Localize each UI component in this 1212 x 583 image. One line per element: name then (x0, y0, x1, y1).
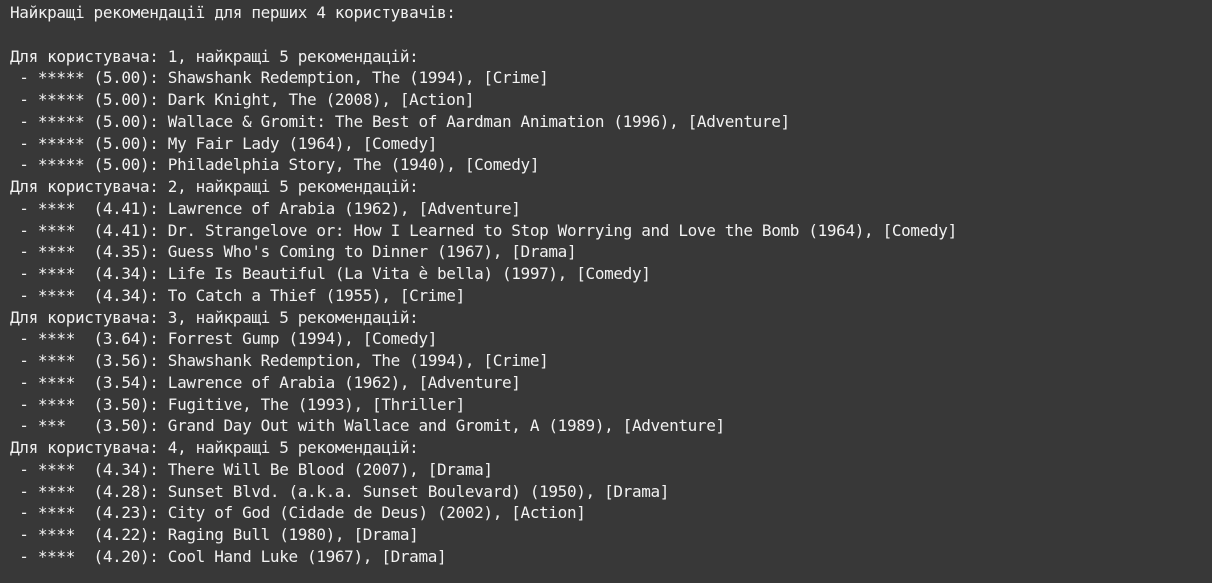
recommendation-line: - **** (4.34): Life Is Beautiful (La Vit… (10, 264, 651, 283)
recommendation-line: - **** (4.20): Cool Hand Luke (1967), [D… (10, 546, 447, 566)
recommendation-line: - **** (4.28): Sunset Blvd. (a.k.a. Suns… (10, 481, 670, 501)
recommendation-line: - **** (3.50): Fugitive, The (1993), [Th… (10, 394, 465, 414)
user-heading: Для користувача: 1, найкращі 5 рекоменда… (10, 46, 419, 66)
recommendation-line: - ***** (5.00): Dark Knight, The (2008),… (10, 90, 475, 109)
recommendation-line: - **** (3.64): Forrest Gump (1994), [Com… (10, 329, 438, 349)
recommendation-line: - **** (4.22): Raging Bull (1980), [Dram… (10, 525, 419, 544)
user-block-2: Для користувача: 2, найкращі 5 рекоменда… (10, 176, 1212, 307)
recommendation-line: - ***** (5.00): Shawshank Redemption, Th… (10, 68, 549, 88)
recommendation-line: - **** (4.23): City of God (Cidade de De… (10, 503, 586, 523)
recommendation-line: - ***** (5.00): Philadelphia Story, The … (10, 155, 540, 175)
user-block-3: Для користувача: 3, найкращі 5 рекоменда… (10, 307, 1212, 438)
recommendation-line: - ***** (5.00): Wallace & Gromit: The Be… (10, 111, 790, 131)
user-heading: Для користувача: 3, найкращі 5 рекоменда… (10, 307, 419, 327)
user-heading: Для користувача: 4, найкращі 5 рекоменда… (10, 438, 419, 457)
user-heading: Для користувача: 2, найкращі 5 рекоменда… (10, 177, 419, 196)
output-header: Найкращі рекомендації для перших 4 корис… (10, 3, 456, 22)
user-block-1: Для користувача: 1, найкращі 5 рекоменда… (10, 46, 1212, 177)
recommendation-line: - *** (3.50): Grand Day Out with Wallace… (10, 416, 725, 436)
recommendation-line: - ***** (5.00): My Fair Lady (1964), [Co… (10, 133, 438, 153)
recommendation-line: - **** (4.35): Guess Who's Coming to Din… (10, 242, 577, 262)
recommendation-line: - **** (4.34): To Catch a Thief (1955), … (10, 285, 465, 305)
recommendation-line: - **** (3.54): Lawrence of Arabia (1962)… (10, 372, 521, 392)
recommendation-line: - **** (4.41): Dr. Strangelove or: How I… (10, 220, 957, 240)
notebook-cell-output: Найкращі рекомендації для перших 4 корис… (0, 0, 1212, 583)
recommendation-line: - **** (4.34): There Will Be Blood (2007… (10, 459, 493, 479)
recommendation-line: - **** (4.41): Lawrence of Arabia (1962)… (10, 198, 521, 218)
user-block-4: Для користувача: 4, найкращі 5 рекоменда… (10, 437, 1212, 568)
recommendation-line: - **** (3.56): Shawshank Redemption, The… (10, 351, 549, 370)
